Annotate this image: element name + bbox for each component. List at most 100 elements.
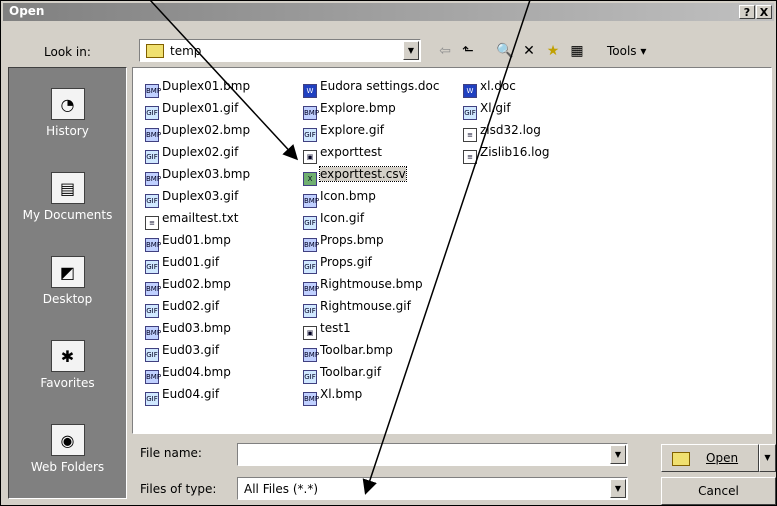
file-item[interactable]: BMPXl.bmp xyxy=(303,386,363,406)
file-name-label: File name: xyxy=(140,446,202,460)
file-item[interactable]: GIF Eud04.gif xyxy=(145,386,219,406)
look-in-dropdown-arrow[interactable]: ▼ xyxy=(403,41,419,60)
file-item[interactable]: Xexporttest.csv xyxy=(303,166,407,186)
open-folder-icon xyxy=(672,452,690,466)
gif-file-icon: GIF xyxy=(303,260,317,274)
file-name-text: test1 xyxy=(320,321,351,335)
file-item[interactable]: BMPExplore.bmp xyxy=(303,100,396,120)
open-dropdown-arrow[interactable]: ▼ xyxy=(759,444,776,472)
file-name-text: Xl.gif xyxy=(480,101,511,115)
new-folder-icon[interactable]: ★ xyxy=(543,41,563,61)
file-item[interactable]: ≡ emailtest.txt xyxy=(145,210,239,230)
favorites-icon: ✱ xyxy=(50,340,85,372)
places-favorites[interactable]: ✱ Favorites xyxy=(9,340,126,390)
tools-menu[interactable]: Tools ▾ xyxy=(607,41,687,61)
file-name-text: Rightmouse.bmp xyxy=(320,277,423,291)
file-item[interactable]: ▣ test1 xyxy=(303,320,351,340)
file-item[interactable]: BMPDuplex01.bmp xyxy=(145,78,250,98)
places-history-label: History xyxy=(46,124,89,138)
file-item[interactable]: BMPEud02.bmp xyxy=(145,276,231,296)
file-item[interactable]: GIF Icon.gif xyxy=(303,210,364,230)
back-icon[interactable]: ⇦ xyxy=(435,41,455,61)
gif-file-icon: GIF xyxy=(463,106,477,120)
help-button[interactable]: ? xyxy=(739,5,755,19)
file-item[interactable]: Wxl.doc xyxy=(463,78,516,98)
close-button[interactable]: X xyxy=(756,5,772,19)
look-in-combo[interactable]: temp ▼ xyxy=(139,39,421,62)
file-item[interactable]: BMPEud01.bmp xyxy=(145,232,231,252)
file-item[interactable]: GIF Explore.gif xyxy=(303,122,384,142)
blank-file-icon: ▣ xyxy=(303,326,317,340)
gif-file-icon: GIF xyxy=(303,370,317,384)
log-file-icon: ≡ xyxy=(463,128,477,142)
gif-file-icon: GIF xyxy=(303,128,317,142)
bmp-file-icon: BMP xyxy=(145,238,161,252)
open-button[interactable]: Open xyxy=(661,444,759,472)
file-item[interactable]: BMPToolbar.bmp xyxy=(303,342,393,362)
file-name-text: Icon.bmp xyxy=(320,189,376,203)
file-name-input[interactable]: ▼ xyxy=(237,443,628,466)
file-name-text: zisd32.log xyxy=(480,123,541,137)
file-item[interactable]: BMPEud03.bmp xyxy=(145,320,231,340)
file-item[interactable]: ▣ exporttest xyxy=(303,144,382,164)
file-type-dropdown-arrow[interactable]: ▼ xyxy=(610,479,626,498)
file-name-text: emailtest.txt xyxy=(162,211,239,225)
file-name-text: Duplex01.gif xyxy=(162,101,239,115)
look-in-label: Look in: xyxy=(44,45,91,59)
file-type-value: All Files (*.*) xyxy=(244,482,319,496)
file-item[interactable]: GIF Toolbar.gif xyxy=(303,364,382,384)
views-icon[interactable]: ▦ xyxy=(567,41,587,61)
places-my-documents[interactable]: ▤ My Documents xyxy=(9,172,126,222)
file-item[interactable]: BMPRightmouse.bmp xyxy=(303,276,423,296)
file-item[interactable]: BMPDuplex02.bmp xyxy=(145,122,250,142)
doc-file-icon: W xyxy=(303,84,317,98)
file-name-dropdown-arrow[interactable]: ▼ xyxy=(610,445,626,464)
delete-icon[interactable]: ✕ xyxy=(519,41,539,61)
file-item[interactable]: GIF Xl.gif xyxy=(463,100,511,120)
file-item[interactable]: ≡ Zislib16.log xyxy=(463,144,549,164)
file-name-text: Eud03.gif xyxy=(162,343,220,357)
file-item[interactable]: BMPDuplex03.bmp xyxy=(145,166,251,186)
open-button-label: Open xyxy=(706,451,739,465)
file-item[interactable]: BMPProps.bmp xyxy=(303,232,384,252)
look-in-value: temp xyxy=(170,44,202,58)
file-name-text: Props.gif xyxy=(320,255,372,269)
file-item[interactable]: GIF Eud03.gif xyxy=(145,342,220,362)
file-item[interactable]: GIF Duplex01.gif xyxy=(145,100,239,120)
file-list[interactable]: BMPDuplex01.bmp GIF Duplex01.gif BMPDuplex0… xyxy=(132,67,772,434)
places-web-folders[interactable]: ◉ Web Folders xyxy=(9,424,126,474)
places-history[interactable]: ◔ History xyxy=(9,88,126,138)
file-item[interactable]: GIF Duplex02.gif xyxy=(145,144,239,164)
file-name-text: Toolbar.gif xyxy=(320,365,382,379)
file-item[interactable]: ≡ zisd32.log xyxy=(463,122,541,142)
file-item[interactable]: GIF Props.gif xyxy=(303,254,372,274)
up-folder-icon[interactable]: ⬑ xyxy=(458,41,478,61)
file-item[interactable]: BMPEud04.bmp xyxy=(145,364,231,384)
file-name-text: Duplex03.gif xyxy=(162,189,239,203)
file-item[interactable]: GIF Eud01.gif xyxy=(145,254,219,274)
search-web-icon[interactable]: 🔍 xyxy=(495,41,515,61)
file-name-text: Eud02.gif xyxy=(162,299,220,313)
bmp-file-icon: BMP xyxy=(303,392,319,406)
bmp-file-icon: BMP xyxy=(303,194,319,208)
file-item[interactable]: GIF Duplex03.gif xyxy=(145,188,239,208)
file-item[interactable]: GIF Eud02.gif xyxy=(145,298,220,318)
file-name-text: Duplex03.bmp xyxy=(162,167,251,181)
bmp-file-icon: BMP xyxy=(303,238,319,252)
title-bar[interactable]: Open ? X xyxy=(3,3,774,21)
places-my-documents-label: My Documents xyxy=(22,208,113,222)
bmp-file-icon: BMP xyxy=(303,282,319,296)
window-title: Open xyxy=(9,4,45,18)
file-type-select[interactable]: All Files (*.*) ▼ xyxy=(237,477,628,500)
bmp-file-icon: BMP xyxy=(145,282,161,296)
places-desktop[interactable]: ◩ Desktop xyxy=(9,256,126,306)
file-name-text: exporttest.csv xyxy=(319,166,407,182)
file-item[interactable]: BMPIcon.bmp xyxy=(303,188,376,208)
web-folders-icon: ◉ xyxy=(50,424,85,456)
cancel-button[interactable]: Cancel xyxy=(661,477,776,505)
file-item[interactable]: GIF Rightmouse.gif xyxy=(303,298,411,318)
file-item[interactable]: W Eudora settings.doc xyxy=(303,78,439,98)
file-name-text: Duplex02.gif xyxy=(162,145,239,159)
file-name-text: Props.bmp xyxy=(320,233,384,247)
file-name-text: Xl.bmp xyxy=(320,387,363,401)
